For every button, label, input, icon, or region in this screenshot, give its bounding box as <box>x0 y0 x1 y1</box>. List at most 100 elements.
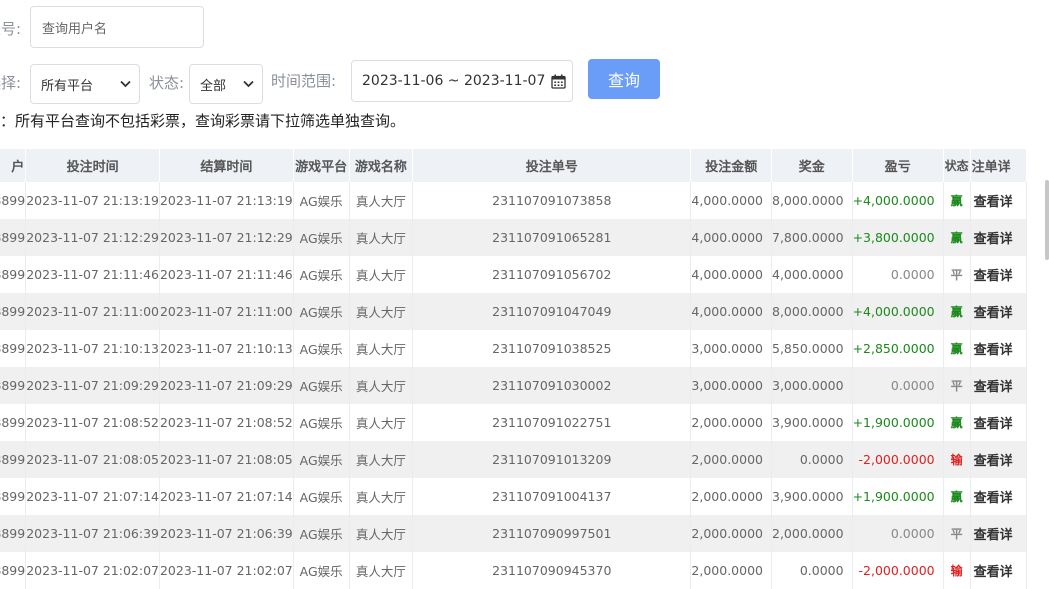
table-row: 88992023-11-07 21:11:462023-11-07 21:11:… <box>0 256 1028 293</box>
cell-platform: AG娱乐 <box>293 330 350 367</box>
account-label: 账号: <box>0 20 22 38</box>
cell-amount: 2,000.0000 <box>690 404 772 441</box>
cell-amount: 2,000.0000 <box>690 441 772 478</box>
cell-game: 真人大厅 <box>349 441 414 478</box>
cell-detail[interactable]: 查看详 <box>970 367 1028 404</box>
username-input[interactable]: 查询用户名 <box>30 6 204 48</box>
cell-platform: AG娱乐 <box>293 367 350 404</box>
cell-profit: 0.0000 <box>852 367 944 404</box>
cell-platform: AG娱乐 <box>293 552 350 589</box>
cell-bet-time: 2023-11-07 21:07:14 <box>25 478 160 515</box>
date-range-input[interactable]: 2023-11-06 ~ 2023-11-07 <box>351 60 573 102</box>
table-row: 88992023-11-07 21:11:002023-11-07 21:11:… <box>0 293 1028 330</box>
cell-detail[interactable]: 查看详 <box>970 256 1028 293</box>
cell-bet-time: 2023-11-07 21:10:13 <box>25 330 160 367</box>
cell-profit: +2,850.0000 <box>852 330 944 367</box>
col-header-platform: 游戏平台 <box>293 149 350 182</box>
cell-profit: +1,900.0000 <box>852 404 944 441</box>
cell-user: 8899 <box>0 441 27 478</box>
cell-profit: +1,900.0000 <box>852 478 944 515</box>
cell-status: 赢 <box>943 478 971 515</box>
cell-prize: 3,000.0000 <box>771 367 853 404</box>
cell-user: 8899 <box>0 515 27 552</box>
cell-user: 8899 <box>0 219 27 256</box>
cell-bet-time: 2023-11-07 21:11:46 <box>25 256 160 293</box>
cell-settle-time: 2023-11-07 21:13:19 <box>159 182 294 219</box>
cell-user: 8899 <box>0 293 27 330</box>
table-row: 88992023-11-07 21:10:132023-11-07 21:10:… <box>0 330 1028 367</box>
cell-settle-time: 2023-11-07 21:08:52 <box>159 404 294 441</box>
cell-status: 赢 <box>943 404 971 441</box>
cell-amount: 3,000.0000 <box>690 367 772 404</box>
col-header-amount: 投注金额 <box>690 149 772 182</box>
cell-user: 8899 <box>0 256 27 293</box>
cell-detail[interactable]: 查看详 <box>970 293 1028 330</box>
col-header-status: 状态 <box>943 149 971 182</box>
cell-amount: 4,000.0000 <box>690 293 772 330</box>
table-row: 88992023-11-07 21:09:292023-11-07 21:09:… <box>0 367 1028 404</box>
cell-user: 8899 <box>0 182 27 219</box>
cell-detail[interactable]: 查看详 <box>970 552 1028 589</box>
cell-prize: 2,000.0000 <box>771 515 853 552</box>
cell-status: 平 <box>943 515 971 552</box>
cell-amount: 2,000.0000 <box>690 515 772 552</box>
cell-detail[interactable]: 查看详 <box>970 478 1028 515</box>
cell-order: 231107091047049 <box>412 293 692 330</box>
cell-game: 真人大厅 <box>349 478 414 515</box>
cell-detail[interactable]: 查看详 <box>970 182 1028 219</box>
vertical-scrollbar[interactable] <box>1045 180 1049 260</box>
cell-platform: AG娱乐 <box>293 219 350 256</box>
table-row: 88992023-11-07 21:07:142023-11-07 21:07:… <box>0 478 1028 515</box>
cell-platform: AG娱乐 <box>293 293 350 330</box>
cell-detail[interactable]: 查看详 <box>970 515 1028 552</box>
cell-order: 231107091004137 <box>412 478 692 515</box>
table-header-row: 户 投注时间 结算时间 游戏平台 游戏名称 投注单号 投注金额 奖金 盈亏 状态… <box>0 149 1028 182</box>
calendar-icon[interactable] <box>551 74 566 89</box>
cell-game: 真人大厅 <box>349 182 414 219</box>
table-row: 88992023-11-07 21:02:072023-11-07 21:02:… <box>0 552 1028 589</box>
cell-prize: 5,850.0000 <box>771 330 853 367</box>
col-header-prize: 奖金 <box>771 149 853 182</box>
status-select[interactable]: 全部 <box>189 64 263 104</box>
chevron-down-icon <box>243 80 254 88</box>
cell-bet-time: 2023-11-07 21:09:29 <box>25 367 160 404</box>
query-button[interactable]: 查询 <box>588 59 660 99</box>
cell-prize: 8,000.0000 <box>771 293 853 330</box>
platform-label: 选择: <box>0 74 22 92</box>
cell-detail[interactable]: 查看详 <box>970 441 1028 478</box>
cell-settle-time: 2023-11-07 21:11:46 <box>159 256 294 293</box>
cell-user: 8899 <box>0 330 27 367</box>
col-header-profit: 盈亏 <box>852 149 944 182</box>
col-header-game: 游戏名称 <box>349 149 414 182</box>
cell-detail[interactable]: 查看详 <box>970 404 1028 441</box>
table-row: 88992023-11-07 21:12:292023-11-07 21:12:… <box>0 219 1028 256</box>
cell-status: 输 <box>943 441 971 478</box>
cell-profit: +3,800.0000 <box>852 219 944 256</box>
cell-prize: 3,900.0000 <box>771 478 853 515</box>
cell-settle-time: 2023-11-07 21:07:14 <box>159 478 294 515</box>
cell-amount: 4,000.0000 <box>690 182 772 219</box>
cell-prize: 4,000.0000 <box>771 256 853 293</box>
cell-amount: 3,000.0000 <box>690 330 772 367</box>
status-select-value: 全部 <box>200 78 227 94</box>
cell-settle-time: 2023-11-07 21:12:29 <box>159 219 294 256</box>
col-header-user: 户 <box>0 149 27 182</box>
platform-select[interactable]: 所有平台 <box>30 64 140 104</box>
cell-bet-time: 2023-11-07 21:02:07 <box>25 552 160 589</box>
cell-profit: 0.0000 <box>852 256 944 293</box>
col-header-bet-time: 投注时间 <box>25 149 160 182</box>
notice-text: ：所有平台查询不包括彩票，查询彩票请下拉筛选单独查询。 <box>0 112 406 130</box>
cell-status: 平 <box>943 367 971 404</box>
cell-detail[interactable]: 查看详 <box>970 219 1028 256</box>
cell-order: 231107091056702 <box>412 256 692 293</box>
cell-detail[interactable]: 查看详 <box>970 330 1028 367</box>
cell-bet-time: 2023-11-07 21:12:29 <box>25 219 160 256</box>
cell-order: 231107090997501 <box>412 515 692 552</box>
cell-game: 真人大厅 <box>349 219 414 256</box>
cell-profit: +4,000.0000 <box>852 182 944 219</box>
cell-user: 8899 <box>0 404 27 441</box>
cell-settle-time: 2023-11-07 21:11:00 <box>159 293 294 330</box>
cell-bet-time: 2023-11-07 21:06:39 <box>25 515 160 552</box>
cell-order: 231107090945370 <box>412 552 692 589</box>
cell-settle-time: 2023-11-07 21:09:29 <box>159 367 294 404</box>
